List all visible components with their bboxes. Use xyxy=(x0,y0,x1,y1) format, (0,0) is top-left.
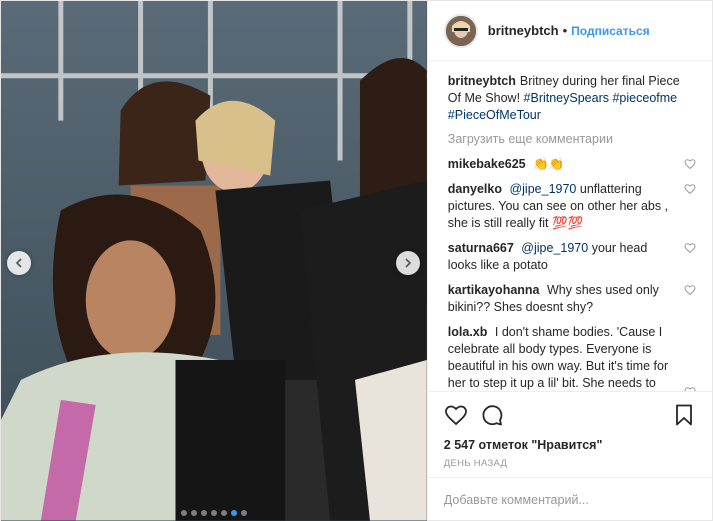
comment-username[interactable]: saturna667 xyxy=(448,241,514,255)
hashtag-link[interactable]: #pieceofme xyxy=(612,91,677,105)
comments-list[interactable]: britneybtch Britney during her final Piec… xyxy=(428,61,712,391)
carousel-dot xyxy=(200,510,207,516)
comment-item: danyelko @jipe_1970 unflattering picture… xyxy=(448,181,696,232)
chevron-left-icon xyxy=(15,258,22,268)
post-media[interactable] xyxy=(1,1,427,521)
instagram-post: britneybtch • Подписаться britneybtch Bri… xyxy=(0,0,713,521)
caption-username[interactable]: britneybtch xyxy=(448,74,516,88)
comment-username[interactable]: lola.xb xyxy=(448,325,488,339)
comment-text: 👏👏 xyxy=(533,157,565,171)
comment-username[interactable]: kartikayohanna xyxy=(448,283,540,297)
chevron-right-icon xyxy=(405,258,412,268)
hashtag-link[interactable]: #BritneySpears xyxy=(524,91,609,105)
likes-count[interactable]: 2 547 отметок "Нравится" xyxy=(444,438,696,452)
follow-button[interactable]: Подписаться xyxy=(571,24,649,38)
carousel-indicator xyxy=(1,510,427,516)
carousel-dot xyxy=(210,510,217,516)
post-header: britneybtch • Подписаться xyxy=(427,1,712,61)
load-more-comments-button[interactable]: Загрузить еще комментарии xyxy=(448,132,696,146)
comment-item: saturna667 @jipe_1970 your head looks li… xyxy=(448,240,696,274)
comment-item: lola.xb I don't shame bodies. 'Cause I c… xyxy=(448,324,696,391)
avatar[interactable] xyxy=(443,13,478,48)
heart-icon[interactable] xyxy=(444,403,468,427)
post-caption: britneybtch Britney during her final Piec… xyxy=(448,73,696,124)
carousel-dot xyxy=(240,510,247,516)
post-sidebar: britneybtch • Подписаться britneybtch Bri… xyxy=(426,1,712,521)
separator-dot: • xyxy=(562,23,568,38)
comment-username[interactable]: mikebake625 xyxy=(448,157,526,171)
carousel-next-button[interactable] xyxy=(396,251,420,275)
carousel-prev-button[interactable] xyxy=(7,251,31,275)
concert-photo xyxy=(1,1,427,521)
carousel-dot xyxy=(180,510,187,516)
like-comment-heart-icon[interactable] xyxy=(684,158,696,170)
add-comment-bar xyxy=(427,477,712,521)
comment-item: mikebake625 👏👏 xyxy=(448,156,696,173)
bookmark-icon[interactable] xyxy=(672,403,696,427)
comment-input[interactable] xyxy=(443,493,696,507)
action-icons xyxy=(444,400,696,430)
comment-mention[interactable]: @jipe_1970 xyxy=(509,182,576,196)
comment-item: kartikayohanna Why shes used only bikini… xyxy=(448,282,696,316)
like-comment-heart-icon[interactable] xyxy=(684,183,696,195)
carousel-dot xyxy=(220,510,227,516)
like-comment-heart-icon[interactable] xyxy=(684,284,696,296)
comment-mention[interactable]: @jipe_1970 xyxy=(521,241,588,255)
post-timestamp[interactable]: день назад xyxy=(444,458,696,469)
post-actions: 2 547 отметок "Нравится" день назад xyxy=(427,391,712,477)
comment-username[interactable]: danyelko xyxy=(448,182,502,196)
hashtag-link[interactable]: #PieceOfMeTour xyxy=(448,108,541,122)
like-comment-heart-icon[interactable] xyxy=(684,242,696,254)
carousel-dot xyxy=(230,510,237,516)
like-comment-heart-icon[interactable] xyxy=(684,386,696,391)
avatar-image xyxy=(445,15,476,46)
carousel-dot xyxy=(190,510,197,516)
comment-icon[interactable] xyxy=(480,403,504,427)
author-username[interactable]: britneybtch xyxy=(488,23,559,38)
